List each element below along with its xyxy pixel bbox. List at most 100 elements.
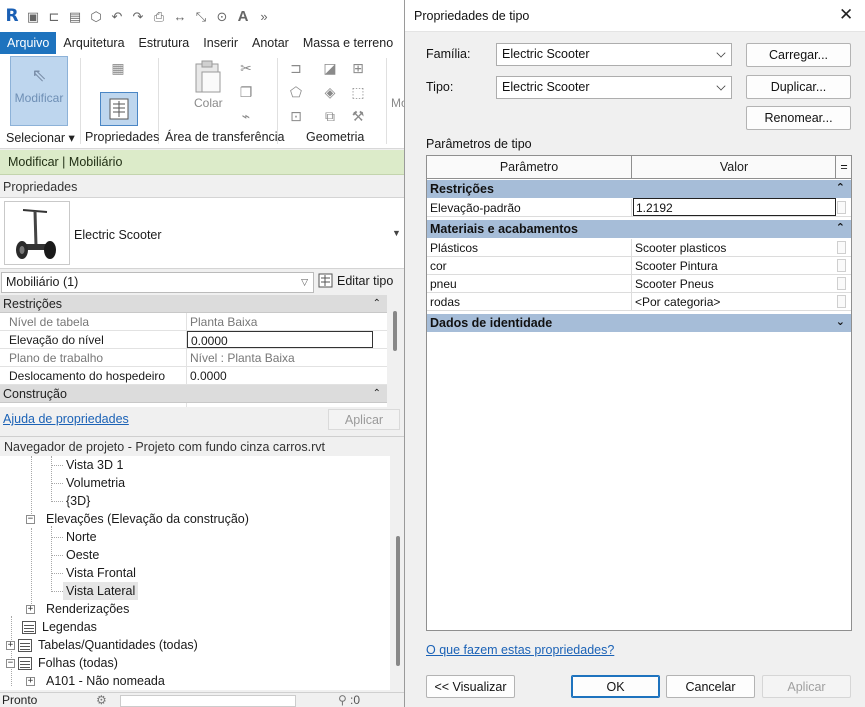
tab-arquivo[interactable]: Arquivo bbox=[0, 32, 57, 54]
measure-icon[interactable]: ↔ bbox=[172, 8, 188, 24]
expand-toggle-icon[interactable]: + bbox=[26, 676, 35, 686]
paste-icon[interactable] bbox=[193, 60, 223, 94]
expand-chevron-icon[interactable]: ⌄ bbox=[836, 315, 845, 328]
workset-icon[interactable]: ⚙ bbox=[96, 693, 107, 707]
join-icon[interactable]: ⊐ bbox=[288, 60, 304, 76]
tree-item-folhas[interactable]: − Folhas (todas) bbox=[6, 654, 118, 672]
project-browser-scrollbar[interactable] bbox=[391, 456, 405, 690]
property-row[interactable]: Indicar Bordas bbox=[0, 403, 387, 407]
tree-item-oeste[interactable]: Oeste bbox=[66, 546, 99, 564]
parameter-row[interactable]: cor Scooter Pintura bbox=[427, 257, 851, 275]
column-header-value[interactable]: Valor bbox=[633, 156, 836, 178]
parameter-value[interactable]: <Por categoria> bbox=[633, 293, 836, 310]
formula-cell[interactable] bbox=[837, 241, 846, 254]
home-icon[interactable]: ▣ bbox=[25, 8, 41, 24]
tree-item-norte[interactable]: Norte bbox=[66, 528, 97, 546]
parameter-row[interactable]: pneu Scooter Pneus bbox=[427, 275, 851, 293]
tree-item-vista-lateral[interactable]: Vista Lateral bbox=[63, 582, 139, 600]
text-icon[interactable]: A bbox=[235, 8, 251, 24]
scroll-thumb[interactable] bbox=[396, 536, 400, 666]
parameter-value[interactable]: Scooter Pneus bbox=[633, 275, 836, 292]
close-icon[interactable]: ✕ bbox=[839, 5, 853, 25]
properties-scrollbar[interactable] bbox=[388, 295, 402, 407]
formula-cell[interactable] bbox=[837, 295, 846, 308]
category-construcao[interactable]: Construção ⌃ bbox=[0, 385, 387, 403]
tab-estrutura[interactable]: Estrutura bbox=[132, 32, 197, 54]
scroll-thumb[interactable] bbox=[393, 311, 397, 351]
more-icon[interactable]: » bbox=[256, 8, 272, 24]
tree-item-a101[interactable]: + A101 - Não nomeada bbox=[26, 672, 165, 690]
properties-help-link[interactable]: Ajuda de propriedades bbox=[3, 412, 129, 426]
split-face-icon[interactable]: ⬠ bbox=[288, 84, 304, 100]
collapse-toggle-icon[interactable]: − bbox=[6, 658, 15, 668]
remove-paint-icon[interactable]: ⧉ bbox=[322, 108, 338, 124]
redo-icon[interactable]: ↷ bbox=[130, 8, 146, 24]
group-dados-identidade[interactable]: Dados de identidade ⌄ bbox=[427, 314, 851, 332]
open-icon[interactable]: ⊏ bbox=[46, 8, 62, 24]
tree-item-elevacoes[interactable]: − Elevações (Elevação da construção) bbox=[26, 510, 249, 528]
preview-button[interactable]: << Visualizar bbox=[426, 675, 515, 698]
paint-icon[interactable]: ◈ bbox=[322, 84, 338, 100]
group-materiais[interactable]: Materiais e acabamentos ⌃ bbox=[427, 220, 851, 238]
copy-icon[interactable]: ❐ bbox=[238, 84, 254, 100]
collapse-toggle-icon[interactable]: − bbox=[26, 514, 35, 524]
parameter-row[interactable]: Plásticos Scooter plasticos bbox=[427, 239, 851, 257]
save-icon[interactable]: ▤ bbox=[67, 8, 83, 24]
hammer-icon[interactable]: ⚒ bbox=[350, 108, 366, 124]
property-value-input[interactable]: 0.0000 bbox=[187, 331, 373, 348]
properties-button[interactable] bbox=[100, 92, 138, 126]
tree-item-legendas[interactable]: Legendas bbox=[22, 618, 97, 636]
undo-icon[interactable]: ↶ bbox=[109, 8, 125, 24]
modify-button[interactable]: ⇖ Modificar bbox=[10, 56, 68, 126]
paste-label[interactable]: Colar bbox=[194, 96, 223, 110]
parameter-value[interactable]: Scooter Pintura bbox=[633, 257, 836, 274]
formula-cell[interactable] bbox=[837, 201, 846, 214]
expand-toggle-icon[interactable]: + bbox=[26, 604, 35, 614]
apply-button[interactable]: Aplicar bbox=[762, 675, 851, 698]
formula-cell[interactable] bbox=[837, 277, 846, 290]
collapse-chevron-icon[interactable]: ⌃ bbox=[836, 181, 845, 194]
property-row[interactable]: Elevação do nível 0.0000 bbox=[0, 331, 387, 349]
type-selector[interactable]: Electric Scooter ▼ bbox=[0, 197, 405, 269]
tree-item-3d[interactable]: {3D} bbox=[66, 492, 90, 510]
property-row[interactable]: Nível de tabela Planta Baixa bbox=[0, 313, 387, 331]
property-row[interactable]: Plano de trabalho Nível : Planta Baixa bbox=[0, 349, 387, 367]
tree-item-volumetria[interactable]: Volumetria bbox=[66, 474, 125, 492]
ok-button[interactable]: OK bbox=[571, 675, 660, 698]
parameter-row[interactable]: rodas <Por categoria> bbox=[427, 293, 851, 311]
formula-cell[interactable] bbox=[837, 259, 846, 272]
tag-icon[interactable]: ⊙ bbox=[214, 8, 230, 24]
category-restricoes[interactable]: Restrições ⌃ bbox=[0, 295, 387, 313]
sync-icon[interactable]: ⬡ bbox=[88, 8, 104, 24]
dimension-icon[interactable]: ⤡ bbox=[193, 8, 209, 24]
panel-label-select[interactable]: Selecionar ▾ bbox=[6, 130, 75, 145]
tree-item-renderizacoes[interactable]: + Renderizações bbox=[26, 600, 129, 618]
cut-geometry-icon[interactable]: ◪ bbox=[322, 60, 338, 76]
collapse-icon[interactable]: ⌃ bbox=[373, 388, 381, 399]
tab-anotar[interactable]: Anotar bbox=[245, 32, 296, 54]
filter-icon[interactable]: ⚲ bbox=[338, 693, 347, 707]
workset-field[interactable] bbox=[120, 695, 296, 707]
tree-item-vista-frontal[interactable]: Vista Frontal bbox=[66, 564, 136, 582]
instance-filter-dropdown[interactable]: Mobiliário (1) ▽ bbox=[1, 272, 314, 293]
cancel-button[interactable]: Cancelar bbox=[666, 675, 755, 698]
help-link[interactable]: O que fazem estas propriedades? bbox=[426, 643, 614, 657]
column-header-parameter[interactable]: Parâmetro bbox=[427, 156, 632, 178]
tab-massa-terreno[interactable]: Massa e terreno bbox=[296, 32, 400, 54]
collapse-chevron-icon[interactable]: ⌃ bbox=[836, 221, 845, 234]
modify-panel-truncated-label[interactable]: Mo bbox=[391, 96, 405, 110]
type-dropdown[interactable]: Electric Scooter bbox=[496, 76, 732, 99]
column-header-formula[interactable]: = bbox=[837, 156, 851, 178]
parameter-row[interactable]: Elevação-padrão 1.2192 bbox=[427, 198, 851, 217]
property-row[interactable]: Deslocamento do hospedeiro 0.0000 bbox=[0, 367, 387, 385]
expand-toggle-icon[interactable]: + bbox=[6, 640, 15, 650]
tree-item-tabelas[interactable]: + Tabelas/Quantidades (todas) bbox=[6, 636, 198, 654]
duplicate-button[interactable]: Duplicar... bbox=[746, 75, 851, 99]
group-restricoes[interactable]: Restrições ⌃ bbox=[427, 180, 851, 198]
wall-join-icon[interactable]: ⊞ bbox=[350, 60, 366, 76]
match-properties-icon[interactable]: ⌁ bbox=[238, 108, 254, 124]
revit-logo-icon[interactable]: R bbox=[4, 7, 20, 24]
apply-button[interactable]: Aplicar bbox=[328, 409, 400, 430]
family-dropdown[interactable]: Electric Scooter bbox=[496, 43, 732, 66]
rename-button[interactable]: Renomear... bbox=[746, 106, 851, 130]
